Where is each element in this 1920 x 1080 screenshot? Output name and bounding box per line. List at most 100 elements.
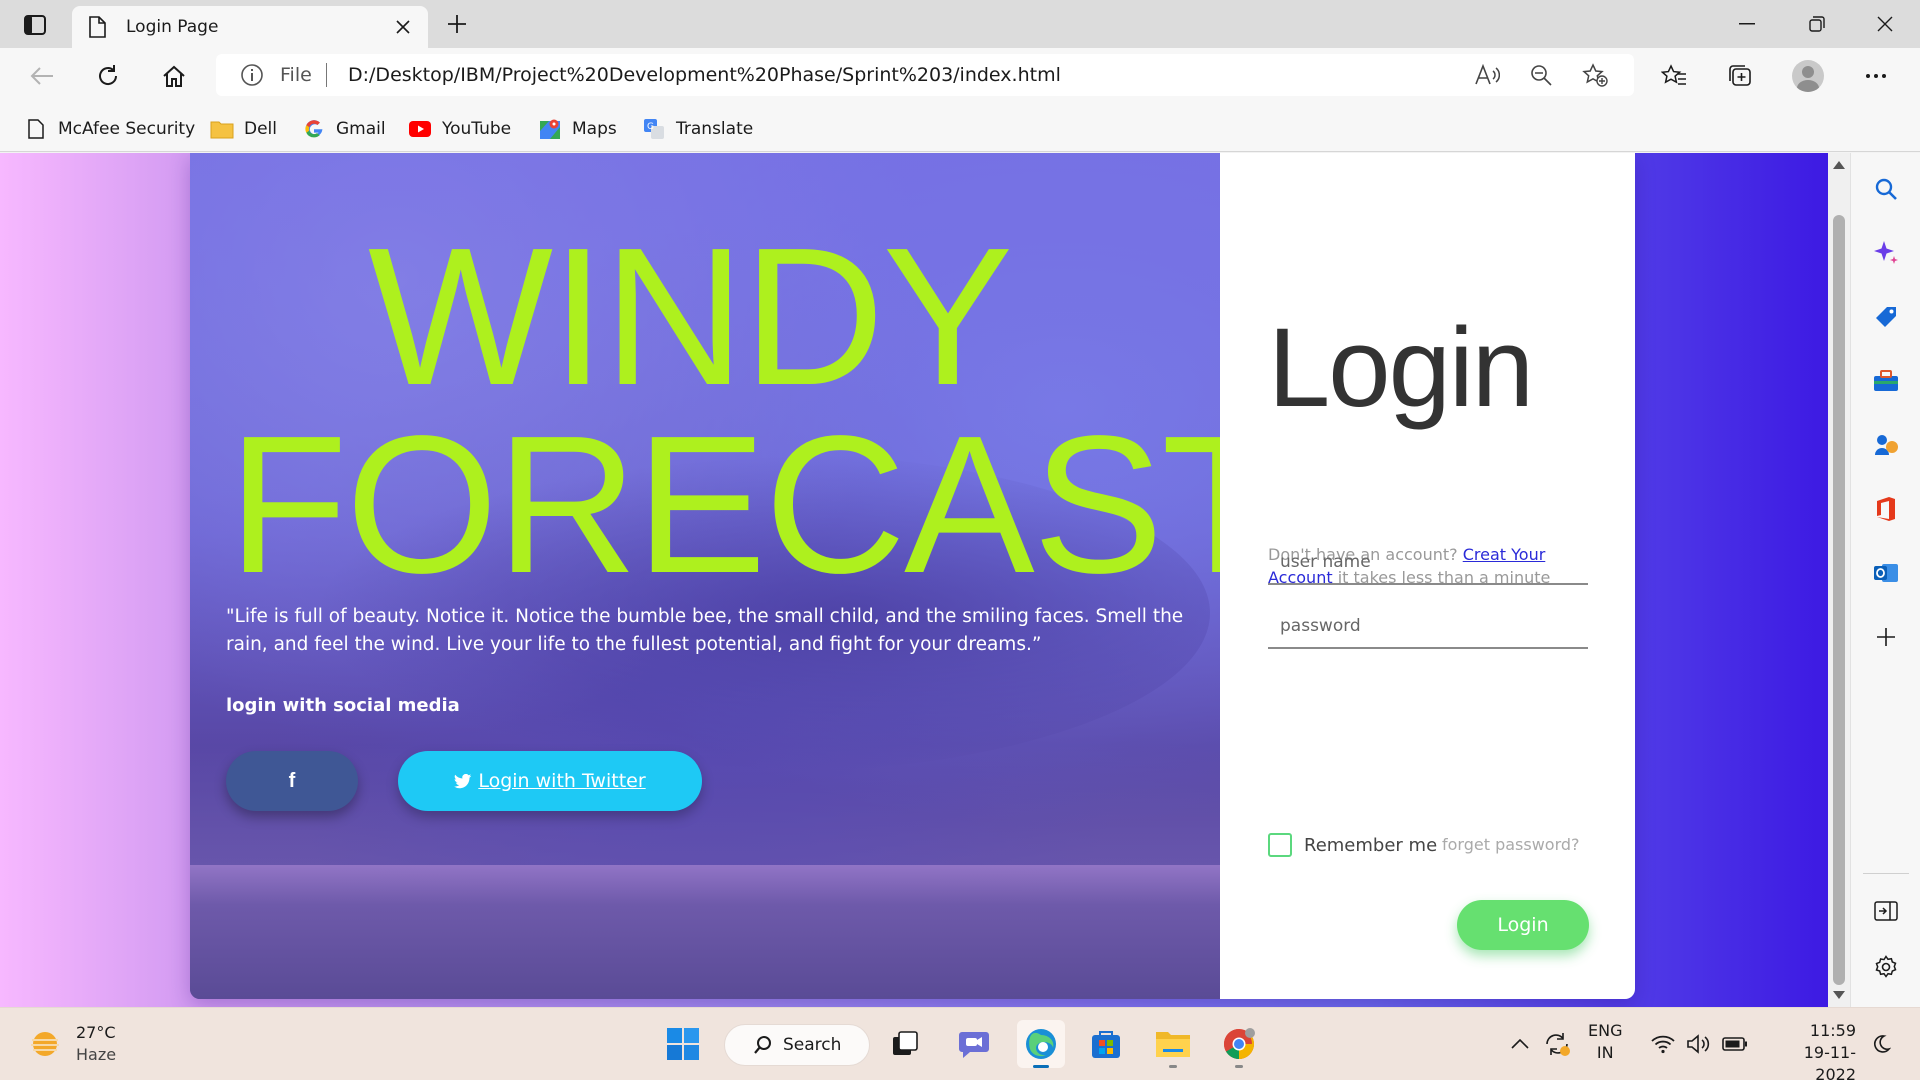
close-tab-icon[interactable]	[392, 16, 414, 38]
bookmark-gmail[interactable]: Gmail	[302, 116, 386, 142]
remember-checkbox[interactable]	[1268, 833, 1292, 857]
bookmark-label: McAfee Security	[58, 119, 196, 139]
address-bar[interactable]: File D:/Desktop/IBM/Project%20Developmen…	[216, 54, 1634, 96]
favorites-bar: McAfee Security Dell Gmail YouTube Maps …	[0, 104, 1920, 152]
twitter-login-label: Login with Twitter	[478, 770, 646, 792]
maps-icon	[538, 117, 562, 141]
tab-actions-icon[interactable]	[18, 10, 52, 40]
outlook-icon[interactable]	[1868, 555, 1904, 591]
weather-temp: 27°C	[76, 1023, 116, 1042]
twitter-login-button[interactable]: Login with Twitter	[398, 751, 702, 811]
read-aloud-icon[interactable]	[1472, 60, 1502, 90]
zoom-out-icon[interactable]	[1526, 60, 1556, 90]
username-field-wrap	[1268, 541, 1588, 585]
close-window-icon[interactable]	[1862, 8, 1908, 40]
new-tab-icon[interactable]	[440, 9, 474, 39]
tab-strip: Login Page	[0, 0, 1920, 48]
chrome-icon[interactable]	[1215, 1020, 1263, 1068]
youtube-icon	[408, 117, 432, 141]
folder-icon	[210, 117, 234, 141]
wifi-icon[interactable]	[1648, 1024, 1678, 1064]
headline-forecast: FORECAST	[228, 395, 1281, 614]
url-scheme: File	[280, 64, 312, 86]
bookmark-mcafee[interactable]: McAfee Security	[24, 116, 195, 142]
google-icon	[302, 117, 326, 141]
bookmark-maps[interactable]: Maps	[538, 116, 617, 142]
volume-icon[interactable]	[1684, 1024, 1714, 1064]
clock-date: 19-11-2022	[1803, 1043, 1856, 1080]
copilot-sparkle-icon[interactable]	[1868, 235, 1904, 271]
bookmark-dell[interactable]: Dell	[210, 116, 277, 142]
teams-chat-icon[interactable]	[950, 1020, 998, 1068]
notifications-moon-icon[interactable]	[1866, 1024, 1896, 1064]
scroll-up-icon[interactable]	[1833, 161, 1845, 169]
bookmark-translate[interactable]: G Translate	[642, 116, 753, 142]
bookmark-label: Dell	[244, 119, 277, 139]
remember-me[interactable]: Remember me	[1268, 833, 1437, 857]
taskbar-search[interactable]: Search	[724, 1024, 870, 1066]
tools-briefcase-icon[interactable]	[1868, 363, 1904, 399]
more-options-icon[interactable]	[1858, 58, 1894, 94]
sidebar-divider	[1863, 873, 1909, 874]
login-title: Login	[1268, 305, 1534, 430]
page-icon	[88, 16, 106, 42]
sync-status-icon[interactable]	[1540, 1024, 1574, 1064]
show-hidden-icons-chevron-icon[interactable]	[1508, 1024, 1532, 1064]
input-language[interactable]: ENG IN	[1588, 1020, 1622, 1064]
weather-widget[interactable]: 27°C Haze	[28, 1022, 116, 1066]
windows-taskbar: 27°C Haze Search ENG IN 11:59 19-11-2022	[0, 1007, 1920, 1080]
back-icon[interactable]	[24, 58, 60, 94]
edge-browser-icon[interactable]	[1017, 1020, 1065, 1068]
battery-icon[interactable]	[1720, 1024, 1750, 1064]
collections-icon[interactable]	[1722, 58, 1758, 94]
sidebar-search-icon[interactable]	[1868, 171, 1904, 207]
facebook-icon: f	[288, 769, 296, 792]
minimize-icon[interactable]	[1724, 8, 1770, 40]
settings-gear-icon[interactable]	[1868, 949, 1904, 985]
page-scrollbar[interactable]	[1828, 153, 1850, 1007]
edge-sidebar	[1850, 153, 1920, 1007]
running-indicator	[1169, 1065, 1177, 1068]
task-view-icon[interactable]	[881, 1020, 929, 1068]
start-button[interactable]	[659, 1020, 707, 1068]
facebook-login-button[interactable]: f	[226, 751, 358, 811]
scroll-down-icon[interactable]	[1833, 991, 1845, 999]
password-field-wrap	[1268, 605, 1588, 649]
bookmark-youtube[interactable]: YouTube	[408, 116, 511, 142]
browser-toolbar: File D:/Desktop/IBM/Project%20Developmen…	[0, 48, 1920, 104]
tab-login-page[interactable]: Login Page	[72, 6, 428, 48]
home-icon[interactable]	[156, 58, 192, 94]
bookmark-label: Maps	[572, 119, 617, 139]
weather-condition: Haze	[76, 1045, 117, 1064]
login-submit-button[interactable]: Login	[1457, 900, 1589, 950]
clock-time: 11:59	[1809, 1021, 1856, 1040]
url-text[interactable]: D:/Desktop/IBM/Project%20Development%20P…	[348, 64, 1061, 86]
remember-label: Remember me	[1304, 834, 1438, 856]
add-favorite-icon[interactable]	[1580, 60, 1610, 90]
add-sidebar-app-icon[interactable]	[1868, 619, 1904, 655]
scroll-thumb[interactable]	[1833, 215, 1845, 985]
system-clock[interactable]: 11:59 19-11-2022	[1764, 1020, 1856, 1080]
language-code: ENG	[1588, 1021, 1623, 1040]
office-icon[interactable]	[1868, 491, 1904, 527]
file-explorer-icon[interactable]	[1149, 1020, 1197, 1068]
forgot-password-link[interactable]: forget password?	[1442, 835, 1580, 854]
profile-avatar[interactable]	[1790, 58, 1826, 94]
favorites-icon[interactable]	[1656, 58, 1692, 94]
shopping-tag-icon[interactable]	[1868, 299, 1904, 335]
translate-icon: G	[642, 117, 666, 141]
store-icon[interactable]	[1082, 1020, 1130, 1068]
restore-icon[interactable]	[1794, 8, 1840, 40]
password-input[interactable]	[1268, 605, 1588, 647]
running-indicator	[1235, 1065, 1243, 1068]
games-icon[interactable]	[1868, 427, 1904, 463]
background-field	[190, 865, 1220, 999]
search-icon	[753, 1035, 773, 1055]
refresh-icon[interactable]	[90, 58, 126, 94]
login-panel: Login Don't have an account? Creat Your …	[1220, 153, 1635, 999]
username-input[interactable]	[1268, 541, 1588, 583]
hide-sidebar-icon[interactable]	[1868, 893, 1904, 929]
info-icon[interactable]	[240, 63, 264, 91]
svg-text:G: G	[647, 122, 654, 132]
address-separator	[326, 63, 327, 87]
